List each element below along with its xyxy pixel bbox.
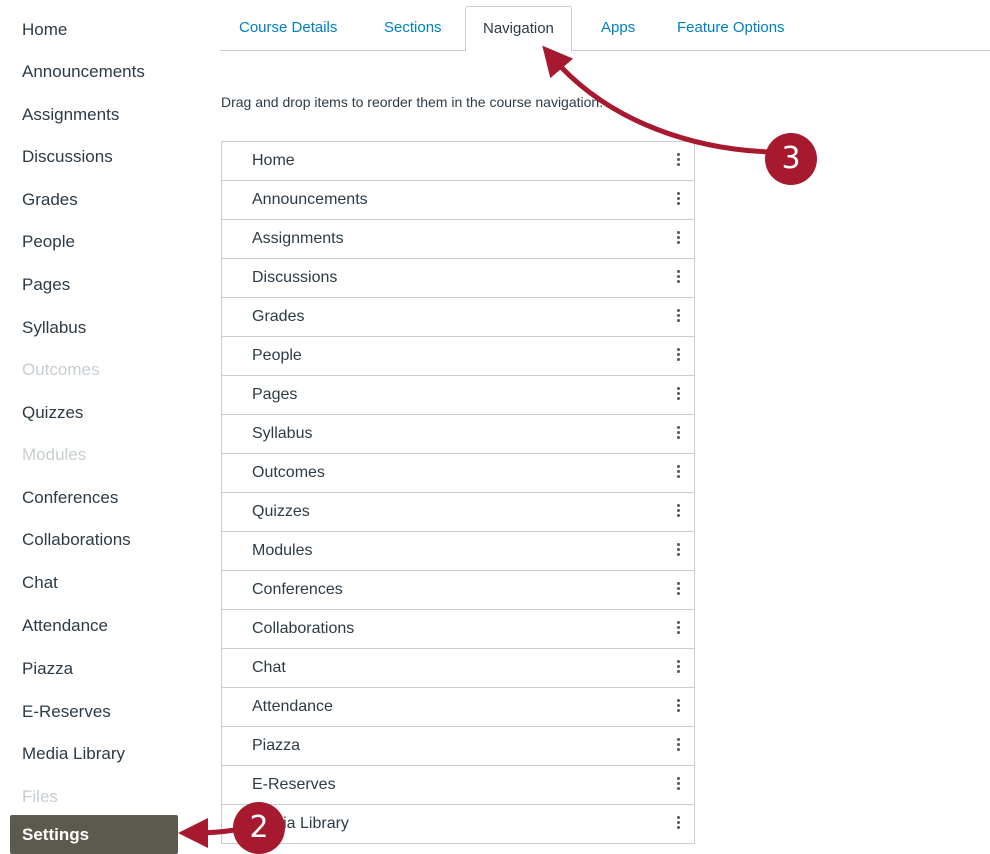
nav-list-item-label: People [252, 347, 302, 364]
sidebar-item-settings-label: Settings [22, 825, 90, 844]
sidebar-item-settings[interactable]: Settings [10, 815, 178, 854]
nav-list-item-label: Announcements [252, 191, 368, 208]
sidebar-item-grades[interactable]: Grades [22, 190, 78, 210]
kebab-menu-icon[interactable] [674, 190, 682, 210]
sidebar-item-assignments[interactable]: Assignments [22, 105, 119, 125]
nav-list-item[interactable]: Piazza [222, 727, 694, 766]
nav-list-item[interactable]: Grades [222, 298, 694, 337]
nav-list-item[interactable]: E-Reserves [222, 766, 694, 805]
nav-list-item[interactable]: Modules [222, 532, 694, 571]
nav-list-item[interactable]: Chat [222, 649, 694, 688]
kebab-menu-icon[interactable] [674, 697, 682, 717]
kebab-menu-icon[interactable] [674, 346, 682, 366]
sidebar-item-outcomes: Outcomes [22, 360, 100, 379]
kebab-menu-icon[interactable] [674, 229, 682, 249]
sidebar-item-syllabus[interactable]: Syllabus [22, 318, 86, 338]
tab-course-details[interactable]: Course Details [239, 6, 337, 50]
nav-list-item-label: Quizzes [252, 503, 310, 520]
sidebar-item-announcements[interactable]: Announcements [22, 62, 145, 82]
nav-list-item[interactable]: Home [222, 142, 694, 181]
nav-list-item-label: Syllabus [252, 425, 313, 442]
nav-list-item-label: Pages [252, 386, 298, 403]
nav-list-item-label: Assignments [252, 230, 344, 247]
kebab-menu-icon[interactable] [674, 736, 682, 756]
kebab-menu-icon[interactable] [674, 463, 682, 483]
tab-sections[interactable]: Sections [384, 6, 442, 50]
sidebar-item-discussions[interactable]: Discussions [22, 147, 113, 167]
nav-list-item[interactable]: Pages [222, 376, 694, 415]
sidebar-item-quizzes[interactable]: Quizzes [22, 403, 83, 423]
nav-list-item[interactable]: Outcomes [222, 454, 694, 493]
course-navigation-sidebar: Home Announcements Assignments Discussio… [0, 0, 200, 854]
kebab-menu-icon[interactable] [674, 268, 682, 288]
kebab-menu-icon[interactable] [674, 424, 682, 444]
sidebar-item-conferences[interactable]: Conferences [22, 488, 118, 508]
nav-list-item-label: Conferences [252, 581, 343, 598]
nav-list-item-label: Piazza [252, 737, 301, 754]
nav-list-item[interactable]: Media Library [222, 805, 694, 844]
sidebar-item-collaborations[interactable]: Collaborations [22, 530, 131, 550]
sidebar-item-attendance[interactable]: Attendance [22, 616, 108, 636]
sidebar-item-chat[interactable]: Chat [22, 573, 58, 593]
nav-list-item-label: Discussions [252, 269, 338, 286]
nav-list-item[interactable]: Discussions [222, 259, 694, 298]
kebab-menu-icon[interactable] [674, 580, 682, 600]
nav-list-item[interactable]: Syllabus [222, 415, 694, 454]
nav-list-item-label: Chat [252, 659, 286, 676]
nav-list-item[interactable]: Collaborations [222, 610, 694, 649]
sidebar-item-home[interactable]: Home [22, 20, 67, 40]
tab-feature-options[interactable]: Feature Options [677, 6, 785, 50]
kebab-menu-icon[interactable] [674, 307, 682, 327]
step-3-badge: 3 [765, 133, 817, 185]
sidebar-item-modules: Modules [22, 445, 87, 464]
nav-list-item[interactable]: Assignments [222, 220, 694, 259]
sidebar-item-people[interactable]: People [22, 232, 75, 252]
nav-list-item-label: Attendance [252, 698, 333, 715]
kebab-menu-icon[interactable] [674, 385, 682, 405]
kebab-menu-icon[interactable] [674, 151, 682, 171]
step-2-badge: 2 [233, 802, 285, 854]
nav-list-item-label: Home [252, 152, 295, 169]
kebab-menu-icon[interactable] [674, 541, 682, 561]
nav-list-item-label: Modules [252, 542, 313, 559]
tab-navigation[interactable]: Navigation [465, 6, 572, 52]
nav-list-item-label: Grades [252, 308, 305, 325]
sidebar-item-files: Files [22, 787, 58, 806]
nav-list-item[interactable]: Conferences [222, 571, 694, 610]
nav-list-item[interactable]: Attendance [222, 688, 694, 727]
kebab-menu-icon[interactable] [674, 502, 682, 522]
nav-list-item[interactable]: Quizzes [222, 493, 694, 532]
sidebar-item-pages[interactable]: Pages [22, 275, 70, 295]
navigation-help-text: Drag and drop items to reorder them in t… [221, 94, 604, 110]
sidebar-item-e-reserves[interactable]: E-Reserves [22, 702, 111, 722]
settings-tabs: Course Details Sections Navigation Apps … [220, 6, 990, 52]
nav-list-item[interactable]: People [222, 337, 694, 376]
sidebar-item-piazza[interactable]: Piazza [22, 659, 73, 679]
nav-list-item-label: E-Reserves [252, 776, 336, 793]
sidebar-item-media-library[interactable]: Media Library [22, 744, 125, 764]
nav-list-item[interactable]: Announcements [222, 181, 694, 220]
tab-apps[interactable]: Apps [601, 6, 635, 50]
kebab-menu-icon[interactable] [674, 658, 682, 678]
kebab-menu-icon[interactable] [674, 814, 682, 834]
kebab-menu-icon[interactable] [674, 619, 682, 639]
kebab-menu-icon[interactable] [674, 775, 682, 795]
navigation-reorder-list: Home Announcements Assignments Discussio… [221, 141, 695, 844]
nav-list-item-label: Collaborations [252, 620, 355, 637]
nav-list-item-label: Outcomes [252, 464, 325, 481]
